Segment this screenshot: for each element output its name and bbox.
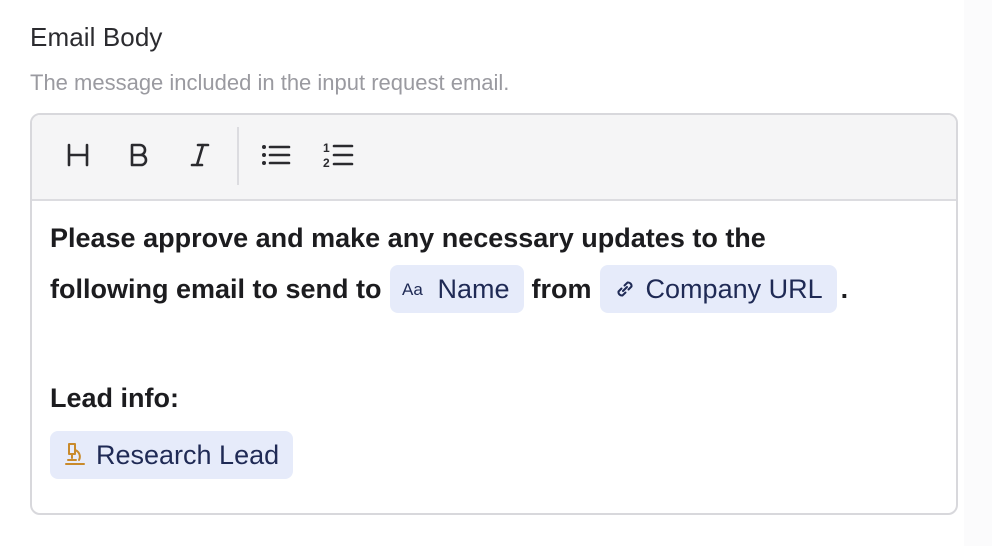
bold-icon: [125, 141, 153, 174]
bold-button[interactable]: [119, 137, 159, 177]
pill-label: Name: [437, 273, 510, 304]
svg-text:2: 2: [323, 156, 330, 170]
body-text: Lead info:: [50, 383, 179, 413]
body-line-2: following email to send to Aa Name from: [50, 265, 848, 313]
body-text: .: [840, 273, 849, 304]
italic-button[interactable]: [180, 137, 220, 177]
company-url-variable-pill[interactable]: Company URL: [599, 265, 837, 313]
research-lead-variable-pill[interactable]: Research Lead: [50, 431, 294, 479]
svg-text:1: 1: [323, 141, 330, 155]
bulleted-list-button[interactable]: [256, 137, 296, 177]
italic-icon: [186, 141, 214, 174]
body-line-research: Research Lead: [50, 431, 294, 479]
link-icon: [612, 276, 638, 302]
heading-icon: [64, 141, 92, 174]
lead-info-heading: Lead info:: [50, 383, 179, 414]
editor-toolbar: 1 2: [32, 115, 956, 201]
body-text: from: [531, 273, 592, 304]
rich-text-editor[interactable]: 1 2 Please approve and make any necessar…: [30, 113, 958, 515]
microscope-icon: [62, 441, 88, 469]
name-variable-pill[interactable]: Aa Name: [389, 265, 524, 313]
toolbar-divider: [237, 127, 239, 185]
field-hint: The message included in the input reques…: [30, 70, 510, 95]
field-label: Email Body: [30, 22, 163, 52]
pill-label: Company URL: [645, 273, 823, 304]
numbered-list-icon: 1 2: [322, 140, 354, 175]
bulleted-list-icon: [260, 141, 292, 174]
body-text: following email to send to: [50, 273, 382, 304]
page-edge: [964, 0, 992, 546]
text-type-icon: Aa: [402, 278, 430, 300]
svg-text:Aa: Aa: [402, 280, 423, 299]
heading-button[interactable]: [58, 137, 98, 177]
body-text: Please approve and make any necessary up…: [50, 223, 766, 253]
pill-label: Research Lead: [96, 439, 280, 470]
body-line-1: Please approve and make any necessary up…: [50, 223, 766, 254]
numbered-list-button[interactable]: 1 2: [318, 137, 358, 177]
